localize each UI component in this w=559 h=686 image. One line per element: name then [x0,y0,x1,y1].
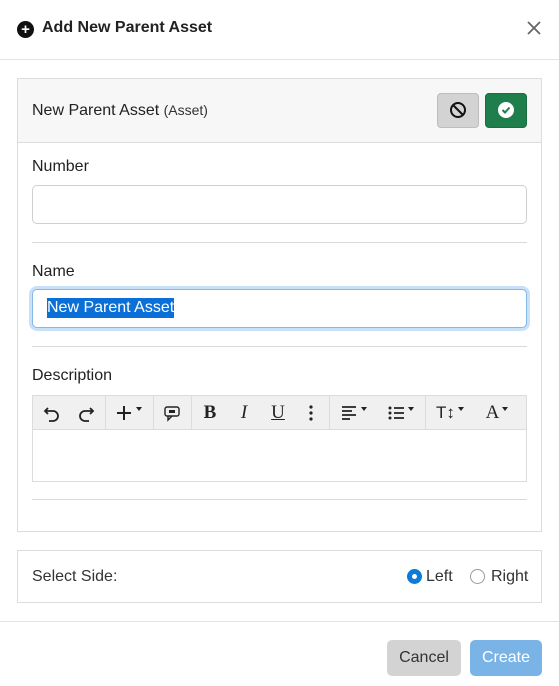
number-input[interactable] [32,185,527,224]
divider [32,499,527,500]
cancel-button[interactable]: Cancel [387,640,461,676]
panel-header: New Parent Asset (Asset) [18,79,541,143]
toolbar-separator [191,396,192,430]
underline-icon[interactable]: U [263,396,293,430]
redo-icon[interactable] [71,396,101,430]
chevron-down-icon [360,407,367,411]
comment-icon[interactable] [157,396,187,430]
text-size-icon[interactable]: T↕ [429,396,471,430]
insert-icon[interactable] [109,396,147,430]
asset-panel: New Parent Asset (Asset) Number Name New… [17,78,542,532]
toolbar-separator [425,396,426,430]
dialog-title: Add New Parent Asset [42,19,213,36]
toolbar-separator [329,396,330,430]
more-icon[interactable] [297,396,325,430]
plus-circle-icon: + [17,21,34,38]
toolbar-separator [153,396,154,430]
dialog-header: + Add New Parent Asset [0,0,559,60]
radio-right[interactable] [470,569,485,584]
side-selector: Select Side: Left Right [17,550,542,603]
chevron-down-icon [502,407,509,411]
confirm-button[interactable] [485,93,527,128]
check-circle-icon [498,102,514,118]
description-editor: B I U T↕ A [32,395,527,482]
discard-button[interactable] [437,93,479,128]
divider [32,346,527,347]
close-icon[interactable] [524,18,544,38]
list-icon[interactable] [379,396,421,430]
bold-icon[interactable]: B [195,396,225,430]
radio-right-label[interactable]: Right [491,568,528,586]
name-input[interactable]: New Parent Asset [32,289,527,328]
side-label: Select Side: [32,568,118,585]
description-label: Description [32,367,113,384]
italic-icon[interactable]: I [229,396,259,430]
align-icon[interactable] [333,396,373,430]
name-input-value: New Parent Asset [47,298,175,318]
name-label: Name [32,263,75,280]
ban-icon [450,102,466,118]
radio-left[interactable] [407,569,422,584]
chevron-down-icon [457,407,464,411]
description-input[interactable] [33,431,526,481]
font-color-label: A [485,402,500,423]
panel-title-text: New Parent Asset [32,102,160,119]
footer-divider [0,621,559,622]
panel-title: New Parent Asset (Asset) [32,102,208,120]
divider [32,242,527,243]
undo-icon[interactable] [37,396,67,430]
panel-subtitle: (Asset) [163,102,208,118]
create-button[interactable]: Create [470,640,542,676]
editor-toolbar: B I U T↕ A [33,396,526,430]
font-color-icon[interactable]: A [475,396,519,430]
toolbar-separator [105,396,106,430]
chevron-down-icon [407,407,414,411]
text-size-label: T↕ [436,403,455,422]
chevron-down-icon [135,407,142,411]
number-label: Number [32,158,89,175]
radio-left-label[interactable]: Left [426,568,453,586]
